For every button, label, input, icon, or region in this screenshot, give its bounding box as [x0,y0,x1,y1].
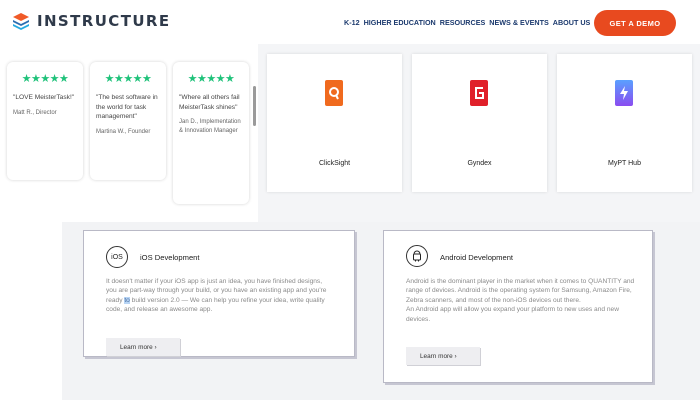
reviews-section: ★★★★★ "LOVE MeisterTask!" Matt R., Direc… [0,44,256,222]
ios-service-card: iOS iOS Development It doesn't matter if… [83,230,355,357]
nav-item-about-us[interactable]: ABOUT US [553,18,591,27]
review-author: Martina W., Founder [96,128,151,135]
android-service-title: Android Development [440,253,514,262]
ios-service-title: iOS Development [140,253,200,262]
integration-name: ClickSight [318,160,351,167]
page: INSTRUCTURE K-12 HIGHER EDUCATION RESOUR… [0,0,700,400]
integration-card[interactable]: Gyndex [412,54,547,192]
android-icon [406,245,428,267]
rating-stars-icon: ★★★★★ [104,73,152,85]
ios-icon: iOS [106,246,128,268]
android-service-card: Android Development Android is the domin… [383,230,653,383]
review-card: ★★★★★ "The best software in the world fo… [90,62,166,180]
rating-stars-icon: ★★★★★ [187,73,235,85]
review-quote: "The best software in the world for task… [96,94,158,120]
review-author: Matt R., Director [13,109,57,116]
clicksight-logo-icon [325,80,343,106]
gyndex-logo-icon [470,80,488,106]
integration-name: Gyndex [467,160,492,167]
site-header: INSTRUCTURE K-12 HIGHER EDUCATION RESOUR… [0,0,700,44]
ios-service-description: It doesn't matter if your iOS app is jus… [106,278,327,314]
instructure-logo[interactable]: INSTRUCTURE [12,12,171,30]
rating-stars-icon: ★★★★★ [21,73,69,85]
services-section: iOS iOS Development It doesn't matter if… [62,222,700,400]
review-author: Jan D., Implementation & Innovation Mana… [179,119,241,134]
review-quote: "Where all others fail MeisterTask shine… [179,94,240,111]
integration-card[interactable]: MyPT Hub [557,54,692,192]
integration-name: MyPT Hub [608,160,641,167]
myp-thub-logo-icon [615,80,633,106]
android-service-description: Android is the dominant player in the ma… [406,278,635,323]
instructure-logo-mark-icon [13,13,29,30]
logo-text: INSTRUCTURE [37,12,171,30]
ios-learn-more-button[interactable]: Learn more › [106,338,180,356]
android-learn-more-button[interactable]: Learn more › [406,347,480,365]
reviews-scrollbar[interactable] [253,86,256,126]
get-a-demo-button[interactable]: GET A DEMO [594,10,676,36]
review-card: ★★★★★ "LOVE MeisterTask!" Matt R., Direc… [7,62,83,180]
main-nav: K-12 HIGHER EDUCATION RESOURCES NEWS & E… [344,18,594,27]
nav-item-resources[interactable]: RESOURCES [440,18,486,27]
integration-card[interactable]: ClickSight [267,54,402,192]
nav-item-higher-education[interactable]: HIGHER EDUCATION [364,18,436,27]
review-quote: "LOVE MeisterTask!" [13,94,75,101]
integrations-section: ClickSight Gyndex MyPT Hub [258,44,700,222]
nav-item-k12[interactable]: K-12 [344,18,360,27]
nav-item-news-events[interactable]: NEWS & EVENTS [489,18,549,27]
review-card: ★★★★★ "Where all others fail MeisterTask… [173,62,249,204]
